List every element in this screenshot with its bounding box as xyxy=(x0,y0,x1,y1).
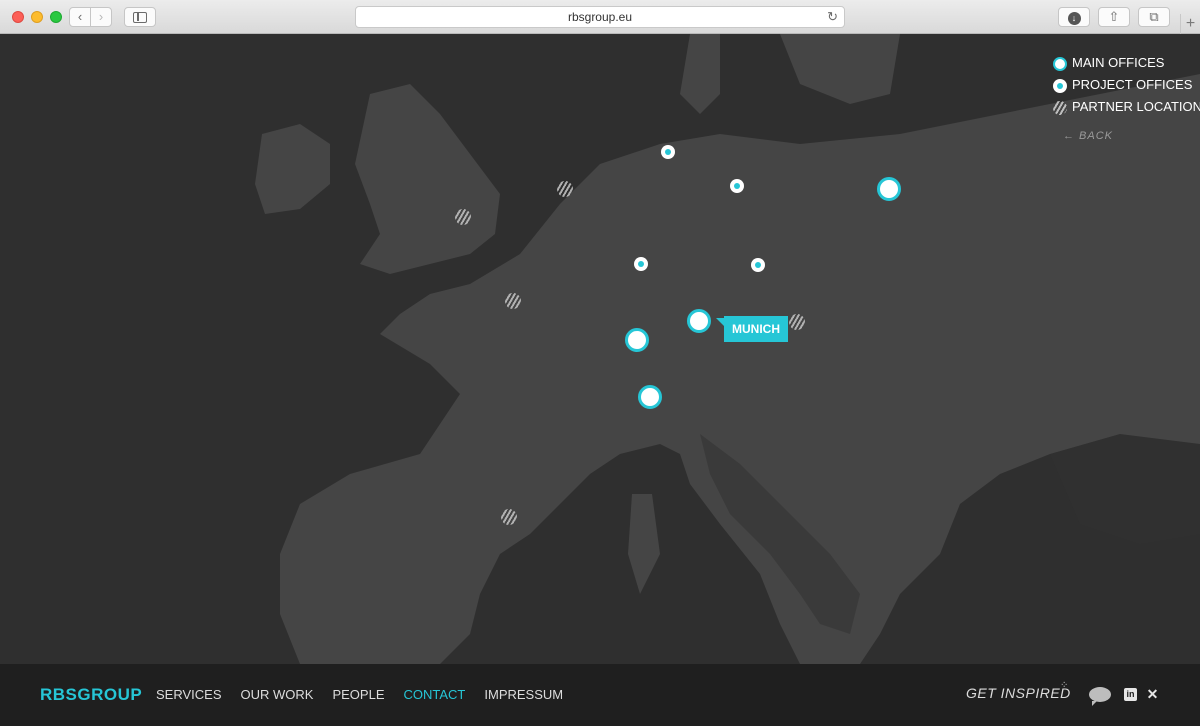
tabs-icon: ⧉ xyxy=(1149,9,1159,24)
downloads-button[interactable]: ↓ xyxy=(1058,7,1090,27)
share-button[interactable]: ⇧ xyxy=(1098,7,1130,27)
main-office-marker[interactable] xyxy=(638,385,662,409)
chevron-left-icon: ‹ xyxy=(77,9,83,24)
tabs-overview-button[interactable]: ⧉ xyxy=(1138,7,1170,27)
site-footer: RBSGROUP SERVICES OUR WORK PEOPLE CONTAC… xyxy=(0,664,1200,726)
main-office-marker[interactable] xyxy=(877,177,901,201)
main-office-marker[interactable] xyxy=(625,328,649,352)
legend-main-offices[interactable]: MAIN OFFICES xyxy=(1053,54,1200,76)
nav-impressum[interactable]: IMPRESSUM xyxy=(484,687,563,702)
partner-location-marker[interactable] xyxy=(505,293,521,309)
download-icon: ↓ xyxy=(1067,12,1081,25)
xing-icon[interactable]: ✕ xyxy=(1146,687,1159,701)
brand-logo[interactable]: RBSGROUP xyxy=(40,685,142,705)
chevron-right-icon: › xyxy=(98,9,104,24)
project-office-marker[interactable] xyxy=(634,257,648,271)
nav-our-work[interactable]: OUR WORK xyxy=(241,687,314,702)
share-icon: ⇧ xyxy=(1108,9,1120,24)
window-maximize-button[interactable] xyxy=(50,11,62,23)
nav-services[interactable]: SERVICES xyxy=(156,687,222,702)
map-legend: MAIN OFFICES PROJECT OFFICES PARTNER LOC… xyxy=(1053,54,1200,120)
sidebar-icon xyxy=(133,12,147,23)
partner-location-icon xyxy=(1053,101,1067,115)
partner-location-marker[interactable] xyxy=(789,314,805,330)
address-bar[interactable]: rbsgroup.eu ↻ xyxy=(355,6,845,28)
back-link[interactable]: ← BACK xyxy=(1063,130,1113,142)
partner-location-marker[interactable] xyxy=(501,509,517,525)
back-button[interactable]: ‹ xyxy=(69,7,91,27)
window-close-button[interactable] xyxy=(12,11,24,23)
chat-icon[interactable] xyxy=(1089,687,1111,706)
legend-label: PARTNER LOCATIONS xyxy=(1072,99,1200,114)
nav-contact[interactable]: CONTACT xyxy=(404,687,466,702)
project-office-marker[interactable] xyxy=(730,179,744,193)
map-land-shapes xyxy=(255,34,1200,664)
europe-map[interactable]: MUNICH MAIN OFFICES PROJECT OFFICES PART… xyxy=(0,34,1200,664)
url-text: rbsgroup.eu xyxy=(567,10,633,24)
sidebar-toggle-button[interactable] xyxy=(124,7,156,27)
reload-icon[interactable]: ↻ xyxy=(827,7,838,27)
main-office-marker-munich[interactable] xyxy=(687,309,711,333)
project-office-marker[interactable] xyxy=(751,258,765,272)
linkedin-icon[interactable]: in xyxy=(1124,688,1137,701)
legend-project-offices[interactable]: PROJECT OFFICES xyxy=(1053,76,1200,98)
partner-location-marker[interactable] xyxy=(557,181,573,197)
legend-label: PROJECT OFFICES xyxy=(1072,77,1193,92)
new-tab-button[interactable]: + xyxy=(1180,14,1200,34)
footer-nav: SERVICES OUR WORK PEOPLE CONTACT IMPRESS… xyxy=(156,687,582,702)
legend-label: MAIN OFFICES xyxy=(1072,55,1165,70)
project-office-marker[interactable] xyxy=(661,145,675,159)
sparkle-icon: ⁘ xyxy=(1060,680,1069,691)
main-office-icon xyxy=(1053,57,1067,71)
project-office-icon xyxy=(1053,79,1067,93)
get-inspired-link[interactable]: GET INSPIRED xyxy=(966,685,1071,701)
plus-icon: + xyxy=(1185,15,1196,32)
partner-location-marker[interactable] xyxy=(455,209,471,225)
window-minimize-button[interactable] xyxy=(31,11,43,23)
nav-people[interactable]: PEOPLE xyxy=(332,687,384,702)
forward-button[interactable]: › xyxy=(90,7,112,27)
legend-partner-locations[interactable]: PARTNER LOCATIONS xyxy=(1053,98,1200,120)
browser-toolbar: ‹ › rbsgroup.eu ↻ ↓ ⇧ ⧉ + xyxy=(0,0,1200,34)
location-tooltip: MUNICH xyxy=(716,316,788,342)
